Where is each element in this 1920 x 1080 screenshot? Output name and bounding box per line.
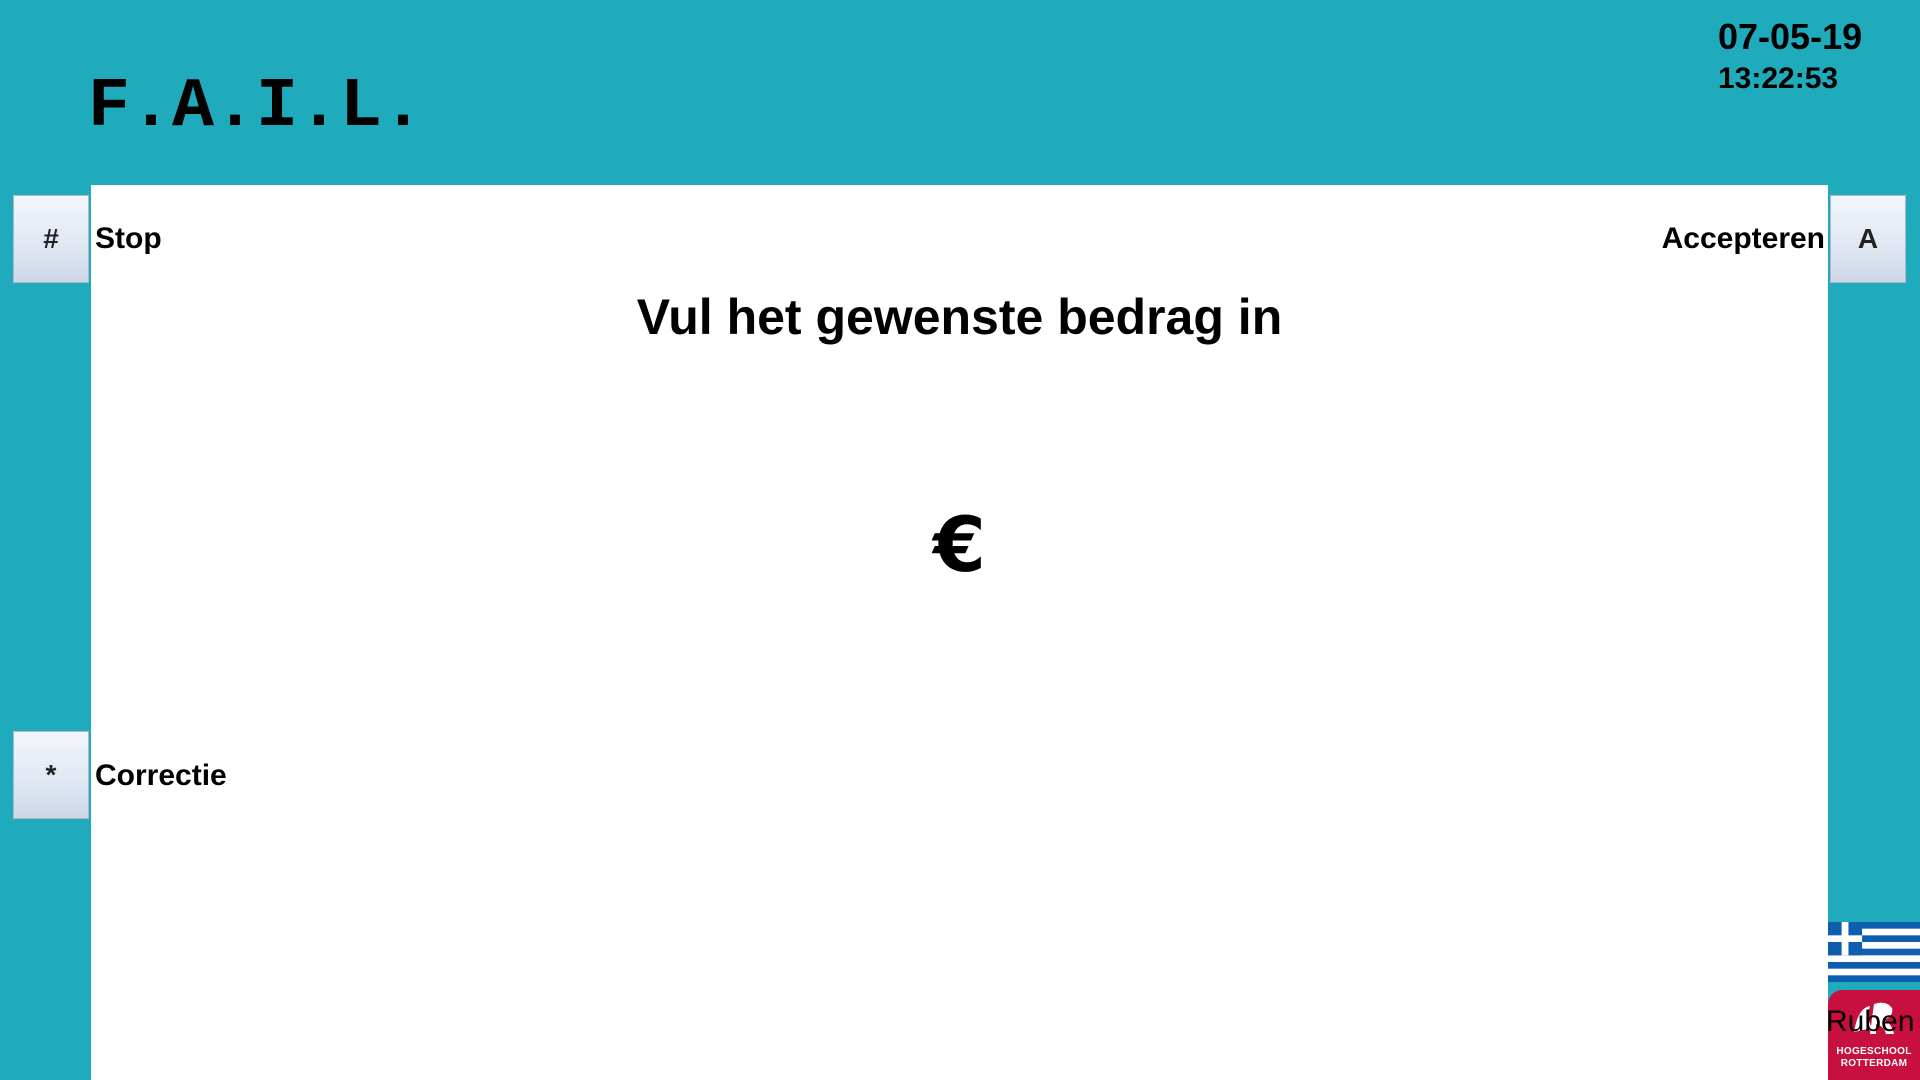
accept-label[interactable]: Accepteren	[1662, 222, 1825, 256]
time-display: 13:22:53	[1718, 62, 1839, 95]
user-name: Ruben	[1826, 1005, 1915, 1038]
accept-key-button[interactable]: A	[1830, 195, 1906, 283]
amount-display: €	[91, 500, 1828, 590]
stop-key-button[interactable]: #	[13, 195, 89, 283]
date-display: 07-05-19	[1718, 16, 1863, 57]
school-name-line1: HOGESCHOOL	[1836, 1046, 1912, 1057]
school-name-line2: ROTTERDAM	[1840, 1058, 1908, 1069]
app-logo: F.A.I.L.	[88, 68, 425, 147]
school-name: HOGESCHOOL ROTTERDAM	[1828, 1046, 1920, 1070]
correct-key-symbol: *	[45, 759, 57, 790]
correct-label[interactable]: Correctie	[95, 759, 227, 793]
greece-flag-icon[interactable]	[1828, 922, 1920, 982]
accept-key-symbol: A	[1857, 223, 1879, 254]
stop-key-symbol: #	[43, 223, 59, 254]
correct-key-button[interactable]: *	[13, 731, 89, 819]
datetime-display: 07-05-19 13:22:53	[1718, 14, 1862, 98]
currency-symbol: €	[933, 500, 986, 589]
prompt-title: Vul het gewenste bedrag in	[636, 289, 1283, 345]
stop-label[interactable]: Stop	[95, 222, 162, 256]
